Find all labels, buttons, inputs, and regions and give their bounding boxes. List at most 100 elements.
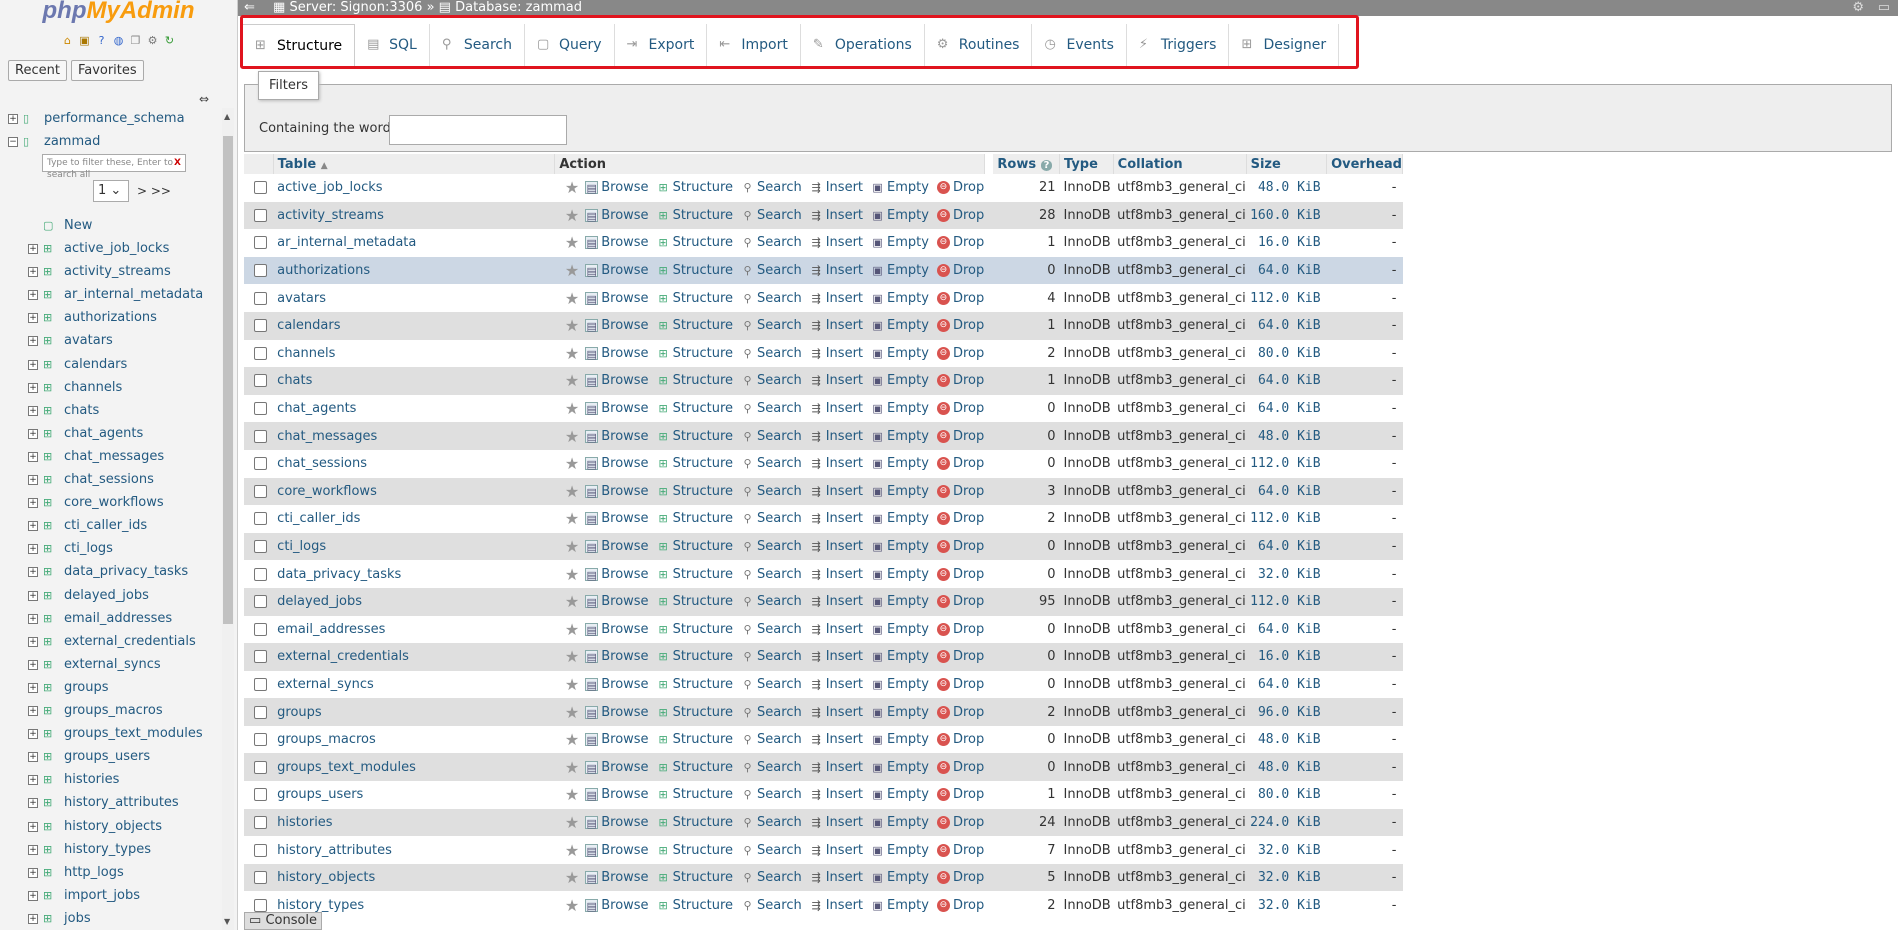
docs-icon[interactable]: ◍ [112, 34, 126, 48]
empty-action[interactable]: ▣ Empty [871, 208, 929, 223]
tree-table-item[interactable]: + ⊞ groups_macros [0, 700, 220, 723]
structure-action[interactable]: ⊞ Structure [657, 760, 733, 775]
row-checkbox[interactable] [254, 650, 267, 664]
nav-scrollbar[interactable]: ▲ ▼ [222, 108, 234, 930]
favorite-star-icon[interactable]: ★ [565, 896, 579, 915]
favorite-star-icon[interactable]: ★ [565, 344, 579, 363]
tree-label[interactable]: jobs [64, 908, 91, 930]
empty-action[interactable]: ▣ Empty [871, 870, 929, 885]
row-checkbox[interactable] [254, 677, 267, 691]
search-action[interactable]: ⚲ Search [741, 870, 802, 885]
tree-table-item[interactable]: + ⊞ history_objects [0, 816, 220, 839]
favorite-star-icon[interactable]: ★ [565, 647, 579, 666]
tree-label[interactable]: chat_sessions [64, 469, 154, 491]
drop-action[interactable]: ⊖ Drop [936, 291, 984, 306]
gear-icon[interactable]: ⚙ [1852, 0, 1864, 16]
empty-action[interactable]: ▣ Empty [871, 429, 929, 444]
size-value[interactable]: 48.0 KiB [1246, 753, 1327, 782]
recent-button[interactable]: Recent [8, 60, 67, 81]
insert-action[interactable]: ⇶ Insert [810, 732, 863, 747]
tree-table-item[interactable]: + ⊞ calendars [0, 354, 220, 377]
insert-action[interactable]: ⇶ Insert [810, 318, 863, 333]
drop-action[interactable]: ⊖ Drop [936, 180, 984, 195]
table-name-link[interactable]: delayed_jobs [277, 594, 362, 609]
tree-label[interactable]: http_logs [64, 862, 124, 884]
search-action[interactable]: ⚲ Search [741, 677, 802, 692]
size-value[interactable]: 96.0 KiB [1246, 698, 1327, 726]
table-row[interactable]: calendars ★ ▤ Browse ⊞ Structure ⚲ Search ⇶ Inser… [244, 311, 1403, 340]
collapse-top-icon[interactable]: ▭ [1878, 0, 1890, 16]
table-row[interactable]: delayed_jobs ★ ▤ Browse ⊞ Structure ⚲ Search ⇶ In… [244, 587, 1403, 616]
collation-column-header[interactable]: Collation [1113, 154, 1247, 174]
drop-action[interactable]: ⊖ Drop [936, 208, 984, 223]
scrollbar-thumb[interactable] [223, 136, 233, 624]
expand-icon[interactable]: + [28, 544, 38, 555]
structure-action[interactable]: ⊞ Structure [657, 373, 733, 388]
empty-action[interactable]: ▣ Empty [871, 373, 929, 388]
drop-action[interactable]: ⊖ Drop [936, 732, 984, 747]
row-checkbox[interactable] [254, 567, 267, 581]
drop-action[interactable]: ⊖ Drop [936, 870, 984, 885]
collapse-all-icon[interactable]: ⇔ [199, 92, 209, 106]
empty-action[interactable]: ▣ Empty [871, 594, 929, 609]
structure-action[interactable]: ⊞ Structure [657, 318, 733, 333]
favorite-star-icon[interactable]: ★ [565, 454, 579, 473]
tree-label[interactable]: external_credentials [64, 631, 196, 653]
table-name-link[interactable]: cti_logs [277, 539, 326, 554]
table-row[interactable]: groups ★ ▤ Browse ⊞ Structure ⚲ Search ⇶ Insert ▣ E… [244, 698, 1403, 726]
search-action[interactable]: ⚲ Search [741, 594, 802, 609]
favorite-star-icon[interactable]: ★ [565, 758, 579, 777]
drop-action[interactable]: ⊖ Drop [936, 677, 984, 692]
tree-table-item[interactable]: + ⊞ avatars [0, 330, 220, 353]
scroll-up-icon[interactable]: ▲ [224, 112, 230, 121]
drop-action[interactable]: ⊖ Drop [936, 760, 984, 775]
expand-icon[interactable]: + [28, 567, 38, 578]
drop-action[interactable]: ⊖ Drop [936, 594, 984, 609]
row-checkbox[interactable] [254, 457, 267, 471]
tree-table-item[interactable]: + ⊞ import_jobs [0, 885, 220, 908]
table-name-link[interactable]: histories [277, 815, 332, 830]
browse-action[interactable]: ▤ Browse [585, 208, 649, 223]
expand-icon[interactable]: + [28, 267, 38, 278]
drop-action[interactable]: ⊖ Drop [936, 567, 984, 582]
insert-action[interactable]: ⇶ Insert [810, 594, 863, 609]
tree-table-item[interactable]: + ⊞ chat_agents [0, 423, 220, 446]
expand-icon[interactable]: − [8, 137, 18, 147]
drop-action[interactable]: ⊖ Drop [936, 843, 984, 858]
favorite-star-icon[interactable]: ★ [565, 482, 579, 501]
search-action[interactable]: ⚲ Search [741, 373, 802, 388]
expand-icon[interactable]: + [28, 521, 38, 532]
favorite-star-icon[interactable]: ★ [565, 289, 579, 308]
tree-table-item[interactable]: + ⊞ groups_users [0, 746, 220, 769]
table-name-link[interactable]: core_workflows [277, 484, 377, 499]
search-action[interactable]: ⚲ Search [741, 263, 802, 278]
browse-action[interactable]: ▤ Browse [585, 180, 649, 195]
tree-label[interactable]: calendars [64, 354, 127, 376]
size-value[interactable]: 64.0 KiB [1246, 532, 1327, 561]
row-checkbox[interactable] [254, 484, 267, 498]
drop-action[interactable]: ⊖ Drop [936, 429, 984, 444]
row-checkbox[interactable] [254, 843, 267, 857]
expand-icon[interactable]: + [28, 290, 38, 301]
size-value[interactable]: 80.0 KiB [1246, 781, 1327, 809]
tree-label[interactable]: cti_logs [64, 538, 113, 560]
empty-action[interactable]: ▣ Empty [871, 567, 929, 582]
empty-action[interactable]: ▣ Empty [871, 318, 929, 333]
search-action[interactable]: ⚲ Search [741, 843, 802, 858]
size-value[interactable]: 112.0 KiB [1246, 587, 1327, 616]
tree-table-item[interactable]: + ⊞ external_credentials [0, 631, 220, 654]
tree-db-performance-schema[interactable]: + ▯ performance_schema [0, 108, 220, 131]
empty-action[interactable]: ▣ Empty [871, 622, 929, 637]
browse-action[interactable]: ▤ Browse [585, 429, 649, 444]
structure-action[interactable]: ⊞ Structure [657, 180, 733, 195]
search-action[interactable]: ⚲ Search [741, 346, 802, 361]
table-row[interactable]: data_privacy_tasks ★ ▤ Browse ⊞ Structure ⚲ Sea… [244, 560, 1403, 588]
browse-action[interactable]: ▤ Browse [585, 291, 649, 306]
insert-action[interactable]: ⇶ Insert [810, 511, 863, 526]
expand-icon[interactable]: + [28, 798, 38, 809]
insert-action[interactable]: ⇶ Insert [810, 815, 863, 830]
tree-table-item[interactable]: + ⊞ histories [0, 769, 220, 792]
browse-action[interactable]: ▤ Browse [585, 594, 649, 609]
row-checkbox[interactable] [254, 429, 267, 443]
size-value[interactable]: 64.0 KiB [1246, 367, 1327, 395]
